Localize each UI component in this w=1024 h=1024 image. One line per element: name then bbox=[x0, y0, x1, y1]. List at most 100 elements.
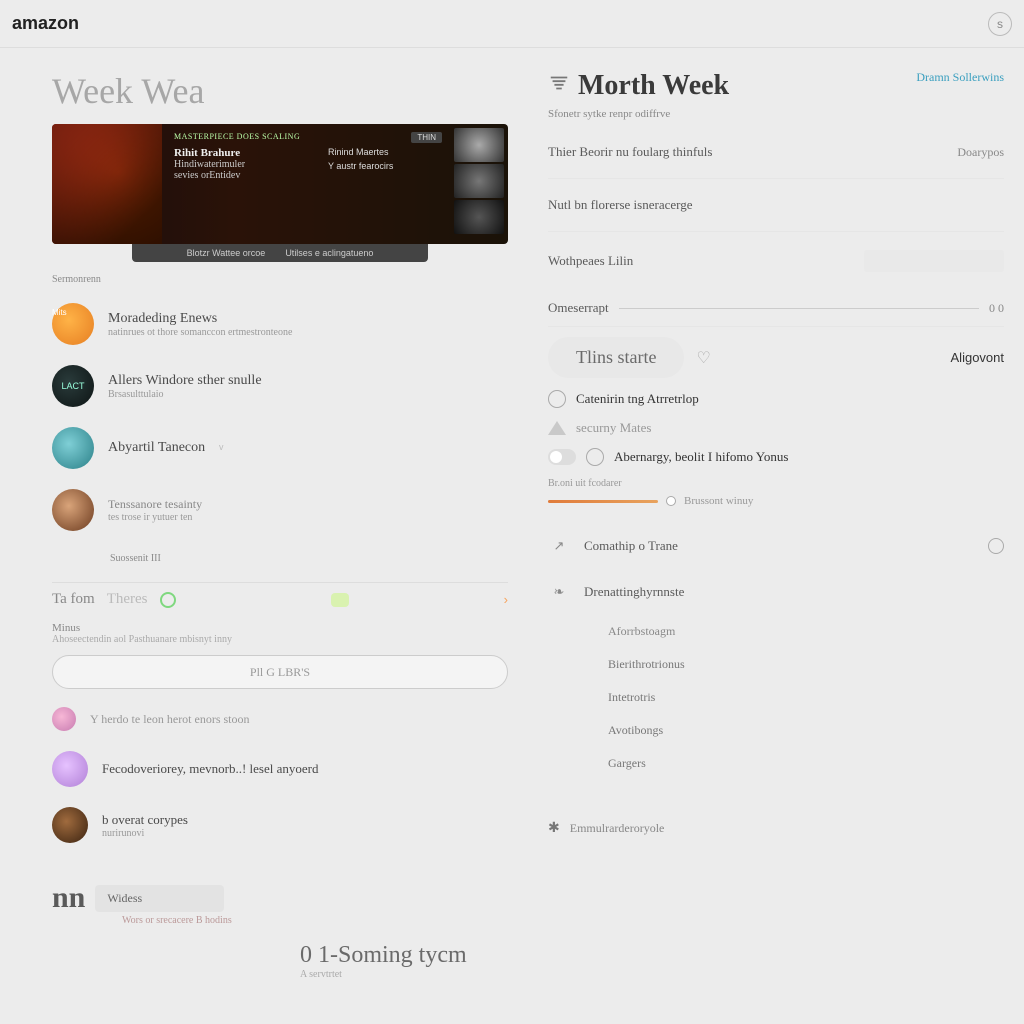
radio-icon[interactable] bbox=[988, 538, 1004, 554]
sub-list: Aforrbstoagm Bierithrotrionus Intetrotri… bbox=[608, 615, 1004, 780]
hero-footer-1: Blotzr Wattee orcoe bbox=[187, 248, 266, 258]
pill-row: Tlins starte ♡ Aligovont bbox=[548, 337, 1004, 378]
list-title: Abyartil Tanecon bbox=[108, 440, 205, 456]
toggle-switch[interactable] bbox=[548, 449, 576, 465]
progress-row: Brussont winuy bbox=[548, 495, 1004, 507]
slider-value: 0 0 bbox=[989, 301, 1004, 316]
floating-sub: A servtrtet bbox=[300, 969, 467, 980]
floating-big: 0 1-Soming tycm bbox=[300, 942, 467, 969]
input-row: Wothpeaes Lilin bbox=[548, 232, 1004, 290]
hero-mini-thumbs bbox=[450, 124, 508, 244]
row-label: Omeserrapt bbox=[548, 300, 609, 316]
hero-thumbnail bbox=[52, 124, 162, 244]
switch-row[interactable]: Abernargy, beolit I hifomo Yonus bbox=[548, 448, 1004, 466]
topbar: amazon s bbox=[0, 0, 1024, 48]
bottom-mn: nn Widess bbox=[52, 881, 508, 915]
list-item[interactable]: Mits Moradeding Enews natinrues ot thore… bbox=[52, 293, 508, 355]
sublist-item[interactable]: Aforrbstoagm bbox=[608, 615, 1004, 648]
section-label-1: Sermonrenn bbox=[52, 274, 508, 285]
leaf-icon: ❧ bbox=[548, 581, 570, 603]
hero-r-line1: Rinind Maertes bbox=[328, 147, 442, 157]
text-input[interactable] bbox=[864, 250, 1004, 272]
list-title: Moradeding Enews bbox=[108, 311, 292, 327]
option-row[interactable]: ❧ Drenattinghyrnnste bbox=[548, 569, 1004, 615]
muted-head: Minus bbox=[52, 622, 508, 634]
sublist-item[interactable]: Intetrotris bbox=[608, 681, 1004, 714]
header-link[interactable]: Dramn Sollerwins bbox=[916, 70, 1004, 85]
header-subline: Sfonetr sytke renpr odiffrve bbox=[548, 108, 1004, 120]
sublist-item[interactable]: Gargers bbox=[608, 747, 1004, 780]
bottom-right-link[interactable]: ✱ Emmulrarderoryole bbox=[548, 820, 1004, 837]
settings-row[interactable]: Nutl bn florerse isneracerge bbox=[548, 179, 1004, 232]
list-text: b overat corypes nurirunovi bbox=[102, 812, 188, 839]
chevron-right-icon[interactable]: › bbox=[504, 592, 508, 607]
hero-footer-2: Utilses e aclingatueno bbox=[285, 248, 373, 258]
list-sub: tes trose ir yutuer ten bbox=[108, 512, 202, 523]
bottom-right-text: Emmulrarderoryole bbox=[570, 821, 665, 836]
option-text: Comathip o Trane bbox=[584, 538, 678, 554]
progress-fill bbox=[548, 500, 658, 503]
option-row[interactable]: ↗ Comathip o Trane bbox=[548, 523, 1004, 569]
verified-icon: ᵛ bbox=[219, 441, 223, 456]
list-item[interactable]: b overat corypes nurirunovi bbox=[52, 797, 508, 853]
main-pill-button[interactable]: Tlins starte bbox=[548, 337, 684, 378]
avatar bbox=[52, 751, 88, 787]
page-title-right: Morth Week bbox=[548, 70, 729, 102]
list-item[interactable]: Tenssanore tesainty tes trose ir yutuer … bbox=[52, 479, 508, 541]
row-value: Doarypos bbox=[957, 145, 1004, 160]
check-row[interactable]: Catenirin tng Atrretrlop bbox=[548, 390, 1004, 408]
hero-card[interactable]: Masterpiece Does Scaling Rihit Brahure H… bbox=[52, 124, 508, 244]
option-text: Drenattinghyrnnste bbox=[584, 584, 684, 600]
check-row[interactable]: securny Mates bbox=[548, 420, 1004, 436]
search-input[interactable]: Pll G LBR'S bbox=[52, 655, 508, 689]
hero-footer: Blotzr Wattee orcoe Utilses e aclingatue… bbox=[132, 244, 428, 262]
right-header: Morth Week Dramn Sollerwins bbox=[548, 70, 1004, 102]
list-item[interactable]: Abyartil Tanecon ᵛ bbox=[52, 417, 508, 479]
list-item[interactable]: LACT Allers Windore sther snulle Brsasul… bbox=[52, 355, 508, 417]
heart-icon[interactable]: ♡ bbox=[696, 348, 710, 368]
mn-chip[interactable]: Widess bbox=[95, 885, 224, 912]
align-label: Aligovont bbox=[951, 350, 1004, 365]
mini-thumb-3[interactable] bbox=[454, 200, 504, 234]
slider-track[interactable] bbox=[619, 308, 979, 309]
extra-line: Suossenit III bbox=[52, 553, 508, 564]
settings-row[interactable]: Thier Beorir nu foularg thinfuls Doarypo… bbox=[548, 126, 1004, 179]
tab-a[interactable]: Ta fom bbox=[52, 591, 95, 608]
avatar bbox=[52, 807, 88, 843]
status-ring-icon bbox=[160, 592, 176, 608]
list-text: Allers Windore sther snulle Brsasulttula… bbox=[108, 373, 262, 400]
right-column: Morth Week Dramn Sollerwins Sfonetr sytk… bbox=[528, 48, 1024, 1024]
mn-sub: Wors or srecacere B hodins bbox=[122, 915, 508, 926]
mini-thumb-1[interactable] bbox=[454, 128, 504, 162]
progress-label: Br.oni uit fcodarer bbox=[548, 478, 1004, 489]
sublist-item[interactable]: Avotibongs bbox=[608, 714, 1004, 747]
bottom-item-sub: nurirunovi bbox=[102, 828, 188, 839]
hero-r-line2: Y austr fearocirs bbox=[328, 161, 442, 171]
app-logo: amazon bbox=[12, 13, 79, 34]
hero-category: Masterpiece Does Scaling bbox=[174, 132, 308, 141]
topbar-circle-button[interactable]: s bbox=[988, 12, 1012, 36]
list-item[interactable]: Y herdo te leon herot enors stoon bbox=[52, 697, 508, 741]
list-text: Moradeding Enews natinrues ot thore soma… bbox=[108, 311, 292, 338]
bottom-item-text: Y herdo te leon herot enors stoon bbox=[90, 712, 250, 727]
hero-content: Masterpiece Does Scaling Rihit Brahure H… bbox=[162, 124, 320, 244]
sublist-item[interactable]: Bierithrotrionus bbox=[608, 648, 1004, 681]
floating-label: 0 1-Soming tycm A servtrtet bbox=[300, 942, 467, 980]
list-item[interactable]: Fecodoveriorey, mevnorb..! lesel anyoerd bbox=[52, 741, 508, 797]
left-column: Week Wea Masterpiece Does Scaling Rihit … bbox=[0, 48, 528, 1024]
hero-line1: Rihit Brahure bbox=[174, 147, 308, 159]
mini-thumb-2[interactable] bbox=[454, 164, 504, 198]
muted-block: Minus Ahoseectendin aol Pasthuanare mbis… bbox=[52, 622, 508, 645]
progress-knob-icon[interactable] bbox=[666, 496, 676, 506]
secondary-logo: nn bbox=[52, 881, 85, 915]
progress-tag: Brussont winuy bbox=[684, 495, 753, 507]
asterisk-icon: ✱ bbox=[548, 820, 560, 837]
radio-icon bbox=[586, 448, 604, 466]
avatar: LACT bbox=[52, 365, 94, 407]
avatar: Mits bbox=[52, 303, 94, 345]
row-label: Thier Beorir nu foularg thinfuls bbox=[548, 144, 712, 160]
tab-b[interactable]: Theres bbox=[107, 591, 148, 608]
hero-right-block: THIN Rinind Maertes Y austr fearocirs bbox=[320, 124, 450, 244]
status-pill-icon bbox=[331, 593, 349, 607]
list-title: Tenssanore tesainty bbox=[108, 497, 202, 512]
